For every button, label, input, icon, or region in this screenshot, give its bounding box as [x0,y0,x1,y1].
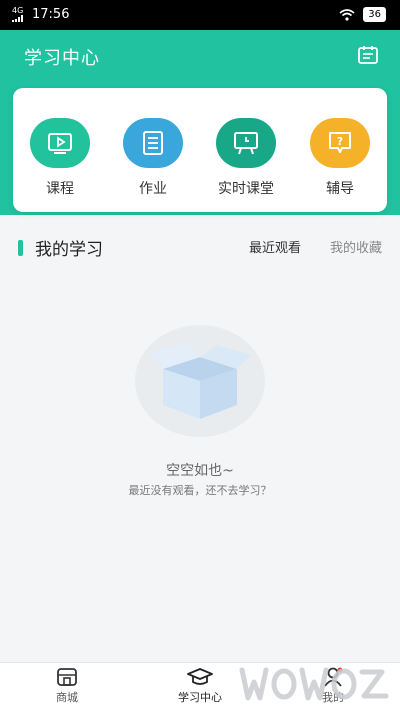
shortcut-card: 课程 作业 实时课堂 ? 辅导 [13,88,387,212]
svg-text:?: ? [337,135,343,148]
tab-learning-center[interactable]: 学习中心 [160,667,240,705]
tab-label: 学习中心 [178,691,222,704]
graduation-cap-icon [187,668,213,685]
section-accent-bar [18,239,23,256]
question-icon: ? [310,118,370,168]
battery-icon: 36 [363,7,386,22]
shortcut-label: 实时课堂 [218,181,274,197]
network-type: 4G [12,6,24,15]
tab-label: 商城 [56,691,78,704]
section-title: 我的学习 [35,240,103,260]
empty-box-icon [135,325,265,437]
shortcut-homework[interactable]: 作业 [118,118,188,198]
status-bar: 4G 17:56 36 [0,0,400,30]
page-title: 学习中心 [24,48,100,69]
store-icon [57,668,77,686]
document-icon [123,118,183,168]
video-icon [30,118,90,168]
wifi-icon [339,8,355,21]
shortcut-label: 课程 [46,181,74,197]
board-icon [216,118,276,168]
tab-shop[interactable]: 商城 [27,667,107,705]
shortcut-label: 作业 [139,181,167,197]
tab-favorites[interactable]: 我的收藏 [330,237,382,256]
empty-title: 空空如也~ [166,463,234,479]
shortcut-label: 辅导 [326,181,354,197]
shortcut-tutoring[interactable]: ? 辅导 [305,118,375,198]
shortcut-live-class[interactable]: 实时课堂 [211,118,281,198]
tab-recent[interactable]: 最近观看 [249,237,301,256]
empty-subtitle: 最近没有观看，还不去学习？ [128,484,272,497]
section-header: 我的学习 [18,235,103,260]
calendar-icon[interactable] [356,43,380,67]
clock: 17:56 [32,7,70,22]
network-signal-icon: 4G [12,7,26,22]
shortcut-courses[interactable]: 课程 [25,118,95,198]
watermark-logo [239,667,389,701]
